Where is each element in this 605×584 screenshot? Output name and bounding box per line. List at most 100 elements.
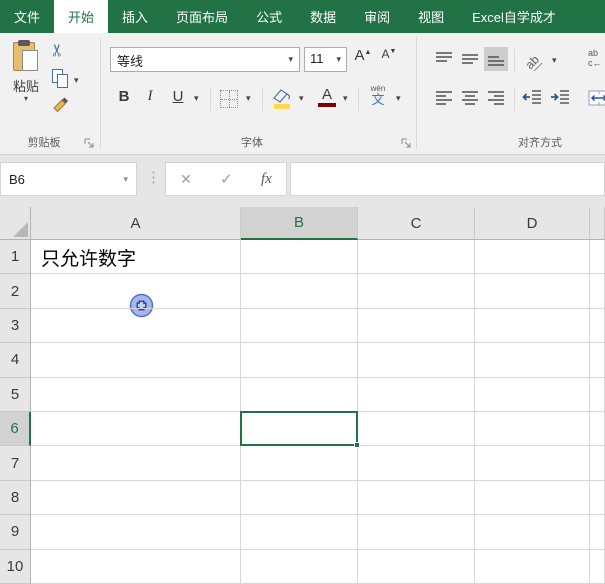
gridline (589, 240, 590, 584)
align-left-button[interactable] (432, 85, 456, 109)
font-name-value: 等线 (117, 54, 144, 69)
decrease-font-size-button[interactable]: A▼ (377, 47, 401, 61)
borders-button[interactable] (220, 90, 238, 108)
ribbon-tab[interactable]: 数据 (296, 0, 350, 33)
paste-label: 粘贴 (12, 79, 39, 94)
italic-button[interactable]: I (142, 88, 158, 105)
merge-center-button[interactable] (588, 90, 605, 111)
font-color-swatch (318, 103, 336, 107)
row-header[interactable]: 4 (0, 343, 31, 378)
formula-bar-row: B6 ▾ ⋮ ✕ ✓ fx (0, 155, 605, 207)
align-right-button[interactable] (484, 85, 508, 109)
formula-bar-buttons: ✕ ✓ fx (165, 162, 287, 196)
orientation-dropdown-icon[interactable]: ▾ (552, 55, 557, 66)
paste-button[interactable]: 粘贴 ▾ (5, 37, 47, 123)
row-header[interactable]: 8 (0, 480, 31, 516)
row-header[interactable]: 1 (0, 240, 31, 275)
ribbon-tab-bar: 文件 开始 插入 页面布局 公式 数据 审阅 视图 Excel自学成才 (0, 0, 605, 33)
orientation-button[interactable]: ab (522, 49, 548, 71)
wrap-text-button[interactable]: ab c← (588, 49, 605, 69)
formula-input[interactable] (290, 162, 605, 196)
ribbon-tab-label: Excel自学成才 (472, 10, 556, 25)
font-name-dropdown-icon: ▾ (288, 54, 293, 64)
phonetic-dropdown-icon[interactable]: ▾ (396, 93, 401, 104)
font-size-select[interactable]: 11 ▾ (304, 47, 347, 72)
ribbon-tab[interactable]: 视图 (404, 0, 458, 33)
decrease-indent-button[interactable] (520, 85, 544, 109)
fill-handle[interactable] (354, 442, 360, 449)
name-box-value: B6 (9, 171, 25, 187)
font-color-button[interactable]: A (316, 87, 338, 107)
ribbon-tab-label: 插入 (122, 10, 149, 25)
ribbon-tab-label: 文件 (14, 10, 41, 25)
align-top-button[interactable] (432, 47, 456, 71)
ribbon-tab[interactable]: 文件 (0, 0, 54, 33)
gridline (31, 376, 605, 378)
insert-function-icon[interactable]: fx (261, 171, 272, 188)
column-headers: ABCD (31, 207, 605, 240)
name-box[interactable]: B6 ▾ (0, 162, 137, 196)
alignment-group-label: 对齐方式 (518, 137, 562, 149)
clipboard-paste-icon (13, 40, 39, 73)
paste-dropdown-icon[interactable]: ▾ (24, 95, 28, 103)
select-all-button[interactable] (0, 207, 31, 240)
column-header[interactable]: C (358, 207, 475, 240)
ribbon-tab[interactable]: Excel自学成才 (458, 0, 570, 33)
cut-icon[interactable]: ✂ (48, 43, 68, 57)
font-color-dropdown-icon[interactable]: ▾ (343, 93, 348, 104)
formula-bar-grip-icon[interactable]: ⋮ (146, 168, 161, 186)
cell-A1[interactable]: 只允许数字 (41, 240, 136, 274)
column-header[interactable]: B (241, 207, 358, 240)
selected-cell-outline[interactable] (240, 411, 360, 449)
clipboard-dialog-launcher-icon[interactable] (84, 138, 95, 149)
increase-indent-button[interactable] (548, 85, 572, 109)
row-header[interactable]: 2 (0, 274, 31, 309)
ribbon-tab[interactable]: 公式 (242, 0, 296, 33)
phonetic-guide-button[interactable]: wén 文 (366, 85, 390, 107)
enter-icon[interactable]: ✓ (220, 170, 233, 188)
copy-dropdown-icon[interactable]: ▾ (74, 75, 79, 86)
font-dialog-launcher-icon[interactable] (401, 138, 412, 149)
font-name-select[interactable]: 等线 ▾ (110, 47, 300, 72)
underline-button[interactable]: U (168, 88, 188, 105)
row-header[interactable]: 9 (0, 515, 31, 550)
cells-area[interactable]: 只允许数字 (31, 240, 605, 584)
row-header[interactable]: 5 (0, 377, 31, 412)
name-box-dropdown-icon[interactable]: ▾ (123, 174, 128, 185)
align-center-button[interactable] (458, 85, 482, 109)
ribbon-tab[interactable]: 审阅 (350, 0, 404, 33)
row-header[interactable]: 10 (0, 549, 31, 584)
column-header[interactable] (590, 207, 605, 240)
column-header[interactable]: A (31, 207, 241, 240)
worksheet: ABCD 1234567891011 只允许数字 (0, 207, 605, 584)
bold-button[interactable]: B (114, 88, 134, 105)
ribbon-tab-label: 页面布局 (176, 10, 229, 25)
font-group-label: 字体 (241, 137, 263, 149)
format-painter-icon[interactable] (51, 95, 70, 119)
row-header[interactable]: 6 (0, 411, 31, 447)
ribbon-tab[interactable]: 页面布局 (162, 0, 242, 33)
fill-color-dropdown-icon[interactable]: ▾ (299, 93, 304, 104)
align-middle-button[interactable] (458, 47, 482, 71)
ribbon-tab-label: 视图 (418, 10, 445, 25)
fill-color-button[interactable] (272, 88, 296, 115)
borders-dropdown-icon[interactable]: ▾ (246, 93, 251, 104)
cancel-icon[interactable]: ✕ (180, 171, 192, 188)
ribbon-tab[interactable]: 开始 (54, 0, 109, 33)
font-size-value: 11 (310, 51, 324, 66)
font-size-dropdown-icon: ▾ (336, 54, 341, 64)
column-header[interactable]: D (475, 207, 590, 240)
align-bottom-button[interactable] (484, 47, 508, 71)
gridline (31, 479, 605, 481)
copy-icon[interactable] (52, 69, 70, 89)
ribbon-tab-label: 开始 (68, 10, 95, 25)
underline-dropdown-icon[interactable]: ▾ (194, 93, 199, 104)
gridline (31, 307, 605, 309)
gridline (31, 342, 605, 344)
select-all-triangle-icon (13, 222, 28, 237)
increase-font-size-button[interactable]: A▲ (351, 47, 375, 64)
ribbon-tab[interactable]: 插入 (108, 0, 162, 33)
row-header[interactable]: 3 (0, 308, 31, 344)
ribbon-tab-label: 审阅 (364, 10, 391, 25)
row-header[interactable]: 7 (0, 446, 31, 481)
